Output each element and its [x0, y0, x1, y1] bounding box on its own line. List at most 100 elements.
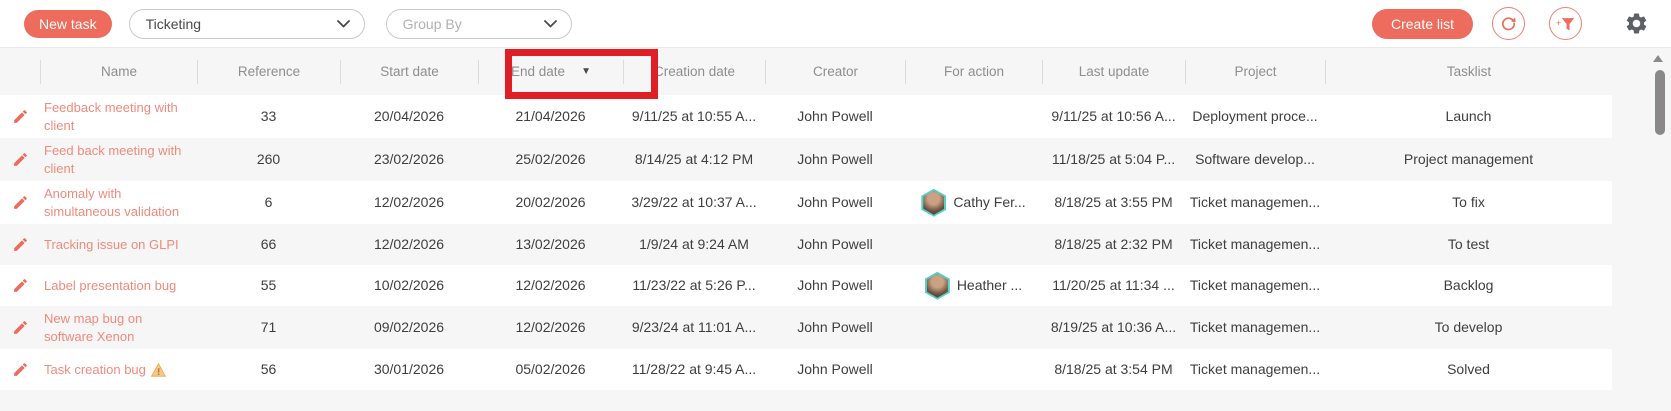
table-row: Task creation bug 56 30/01/2026 05/02/20… — [0, 349, 1612, 391]
for-action-user: Cathy Fer... — [953, 194, 1026, 211]
reference-cell: 71 — [260, 319, 277, 336]
start-date-cell: 23/02/2026 — [373, 151, 445, 168]
for-action-cell: Heather ... — [905, 265, 1042, 306]
creation-date-cell: 11/23/22 at 5:26 P... — [632, 277, 756, 294]
column-header-reference[interactable]: Reference — [197, 59, 340, 84]
add-filter-icon: + — [1556, 17, 1575, 31]
last-update-cell: 8/18/25 at 2:32 PM — [1054, 236, 1173, 253]
edit-column-header — [0, 60, 40, 84]
task-name-link[interactable]: Task creation bug — [44, 361, 146, 379]
for-action-cell: Cathy Fer... — [905, 181, 1042, 224]
last-update-cell: 11/18/25 at 5:04 P... — [1051, 151, 1176, 168]
creator-cell: John Powell — [797, 361, 873, 378]
end-date-cell: 25/02/2026 — [515, 151, 586, 168]
column-header-for-action[interactable]: For action — [905, 59, 1042, 84]
creator-cell: John Powell — [797, 277, 873, 294]
edit-pencil-icon[interactable] — [12, 194, 29, 211]
column-header-project[interactable]: Project — [1185, 59, 1325, 84]
task-name-link[interactable]: New map bug on software Xenon — [44, 310, 191, 345]
start-date-cell: 30/01/2026 — [373, 361, 445, 378]
column-header-last-update[interactable]: Last update — [1042, 59, 1185, 84]
svg-text:+: + — [1556, 18, 1561, 28]
table-header: Name Reference Start date End date ▼ Cre… — [0, 48, 1612, 95]
task-name-link[interactable]: Label presentation bug — [44, 277, 176, 295]
reference-cell: 260 — [256, 151, 281, 168]
edit-pencil-icon[interactable] — [12, 319, 29, 336]
column-header-tasklist[interactable]: Tasklist — [1325, 59, 1612, 84]
table-row: Feed back meeting with client 260 23/02/… — [0, 138, 1612, 181]
start-date-cell: 12/02/2026 — [373, 236, 445, 253]
reference-cell: 55 — [260, 277, 277, 294]
edit-pencil-icon[interactable] — [12, 236, 29, 253]
edit-pencil-icon[interactable] — [12, 277, 29, 294]
end-date-cell: 12/02/2026 — [515, 319, 586, 336]
last-update-cell: 8/18/25 at 3:55 PM — [1054, 194, 1173, 211]
create-list-button[interactable]: Create list — [1371, 8, 1473, 39]
reference-cell: 33 — [260, 108, 277, 125]
creator-cell: John Powell — [797, 319, 873, 336]
toolbar: New task Ticketing Group By Create list … — [0, 0, 1671, 48]
task-name-link[interactable]: Anomaly with simultaneous validation — [44, 185, 191, 220]
reference-cell: 6 — [264, 194, 273, 211]
column-header-start-date[interactable]: Start date — [340, 59, 478, 84]
creation-date-cell: 9/23/24 at 11:01 A... — [631, 319, 757, 336]
sort-desc-icon[interactable]: ▼ — [581, 66, 591, 77]
chevron-down-icon — [336, 19, 350, 27]
project-cell: Ticket managemen... — [1189, 319, 1321, 336]
start-date-cell: 09/02/2026 — [373, 319, 445, 336]
view-select[interactable]: Ticketing — [128, 8, 365, 39]
project-cell: Ticket managemen... — [1189, 361, 1321, 378]
for-action-cell — [905, 306, 1042, 349]
end-date-cell: 20/02/2026 — [515, 194, 586, 211]
new-task-button[interactable]: New task — [24, 9, 112, 38]
scrollbar-thumb[interactable] — [1655, 70, 1665, 135]
column-header-creation-date[interactable]: Creation date — [623, 59, 765, 84]
scrollbar-up-arrow[interactable] — [1653, 55, 1663, 62]
tasklist-cell: Solved — [1447, 361, 1490, 378]
creation-date-cell: 8/14/25 at 4:12 PM — [634, 151, 754, 168]
task-name-link[interactable]: Feedback meeting with client — [44, 99, 191, 134]
table-body: Feedback meeting with client 33 20/04/20… — [0, 95, 1612, 391]
end-date-cell: 05/02/2026 — [515, 361, 586, 378]
creation-date-cell: 9/11/25 at 10:55 A... — [631, 108, 757, 125]
group-by-select[interactable]: Group By — [385, 8, 572, 39]
tasklist-cell: To test — [1447, 236, 1490, 253]
edit-pencil-icon[interactable] — [12, 361, 29, 378]
end-date-cell: 13/02/2026 — [515, 236, 586, 253]
tasklist-cell: Launch — [1445, 108, 1492, 125]
reference-cell: 56 — [260, 361, 277, 378]
for-action-cell — [905, 95, 1042, 138]
ticketing-task-list-screen: New task Ticketing Group By Create list … — [0, 0, 1671, 411]
task-name-link[interactable]: Tracking issue on GLPI — [44, 236, 179, 254]
reference-cell: 66 — [260, 236, 277, 253]
column-header-creator[interactable]: Creator — [765, 59, 905, 84]
column-header-name[interactable]: Name — [40, 59, 197, 84]
edit-pencil-icon[interactable] — [12, 151, 29, 168]
tasklist-cell: Project management — [1403, 151, 1534, 168]
last-update-cell: 9/11/25 at 10:56 A... — [1051, 108, 1176, 125]
creation-date-cell: 1/9/24 at 9:24 AM — [639, 236, 749, 253]
table-row: New map bug on software Xenon 71 09/02/2… — [0, 306, 1612, 349]
end-date-label: End date — [511, 64, 566, 79]
settings-button[interactable] — [1623, 11, 1649, 37]
creator-cell: John Powell — [797, 151, 873, 168]
edit-pencil-icon[interactable] — [12, 108, 29, 125]
start-date-cell: 10/02/2026 — [373, 277, 445, 294]
tasklist-cell: To develop — [1434, 319, 1503, 336]
start-date-cell: 20/04/2026 — [373, 108, 445, 125]
end-date-cell: 12/02/2026 — [515, 277, 586, 294]
creator-cell: John Powell — [797, 194, 873, 211]
for-action-cell — [905, 349, 1042, 390]
for-action-cell — [905, 138, 1042, 181]
task-name-link[interactable]: Feed back meeting with client — [44, 142, 191, 177]
project-cell: Ticket managemen... — [1189, 277, 1321, 294]
tasklist-cell: Backlog — [1443, 277, 1494, 294]
add-filter-button[interactable]: + — [1549, 7, 1582, 40]
user-avatar — [921, 188, 947, 217]
last-update-cell: 8/18/25 at 3:54 PM — [1054, 361, 1173, 378]
settings-gear-icon — [1626, 13, 1646, 34]
column-header-end-date[interactable]: End date ▼ — [478, 59, 623, 84]
table-row: Anomaly with simultaneous validation 6 1… — [0, 181, 1612, 225]
refresh-button[interactable] — [1492, 7, 1525, 40]
last-update-cell: 8/19/25 at 10:36 A... — [1050, 319, 1177, 336]
